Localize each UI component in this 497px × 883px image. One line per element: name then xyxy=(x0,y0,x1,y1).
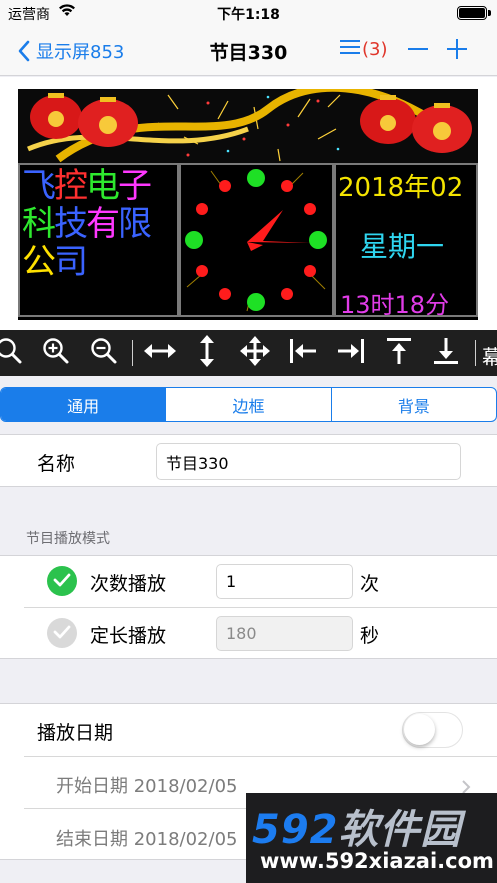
navigation-bar: 显示屏853 节目330 (3) xyxy=(0,26,497,76)
list-icon xyxy=(340,38,360,61)
name-input[interactable]: 节目330 xyxy=(156,443,461,480)
play-date-toggle[interactable] xyxy=(402,712,463,748)
end-date-value: 2018/02/05 xyxy=(133,829,238,850)
start-date-value: 2018/02/05 xyxy=(133,776,238,797)
watermark-url: www.592xiazai.com xyxy=(260,849,494,873)
start-date-row[interactable]: 开始日期 2018/02/05 xyxy=(56,772,237,798)
analog-clock-area[interactable] xyxy=(179,163,334,317)
start-date-label: 开始日期 xyxy=(56,776,128,797)
analog-clock-face xyxy=(185,169,327,312)
watermark-brand: 592软件园 xyxy=(252,797,462,855)
clock-label: 下午1:18 xyxy=(217,7,280,23)
align-right-button[interactable] xyxy=(334,330,368,376)
company-char: 子 xyxy=(118,166,152,206)
toggle-knob xyxy=(404,714,435,745)
company-char: 公 xyxy=(22,242,56,282)
minus-icon xyxy=(407,38,429,64)
checkmark-icon xyxy=(53,572,71,591)
company-name-text: 飞控电子科技有限公司 xyxy=(22,167,178,281)
align-left-button[interactable] xyxy=(286,330,320,376)
end-date-row[interactable]: 结束日期 2018/02/05 xyxy=(56,825,237,851)
align-top-button[interactable] xyxy=(382,330,416,376)
program-preview[interactable]: 飞控电子科技有限公司 2018年02 星期一 13时18分 xyxy=(18,89,478,320)
expand-vertical-icon xyxy=(195,335,219,371)
align-bottom-icon xyxy=(433,336,459,370)
play-mode-header: 节目播放模式 xyxy=(26,531,110,547)
preview-area: 飞控电子科技有限公司 2018年02 星期一 13时18分 xyxy=(0,77,497,330)
move-icon xyxy=(240,336,270,370)
move-button[interactable] xyxy=(238,330,272,376)
status-bar: 运营商 下午1:18 xyxy=(0,0,497,26)
company-char: 飞 xyxy=(22,166,56,206)
expand-horizontal-button[interactable] xyxy=(143,330,177,376)
date-text: 2018年02 xyxy=(338,173,464,203)
zoom-fit-icon xyxy=(0,337,23,369)
time-text: 13时18分 xyxy=(340,291,450,319)
play-count-input[interactable]: 1 xyxy=(216,564,353,599)
company-text-area[interactable]: 飞控电子科技有限公司 xyxy=(18,163,179,317)
toolbar-divider xyxy=(475,340,476,366)
align-left-icon xyxy=(288,338,318,368)
duration-play-label: 定长播放 xyxy=(90,625,167,647)
count-play-checkbox[interactable] xyxy=(47,566,77,596)
zoom-out-icon xyxy=(90,337,118,369)
duration-unit-label: 秒 xyxy=(360,625,380,647)
watermark-brand-text: 软件园 xyxy=(338,807,462,853)
weekday-text: 星期一 xyxy=(360,230,445,263)
duration-input[interactable]: 180 xyxy=(216,616,353,651)
company-char: 有 xyxy=(86,204,120,244)
tab-general[interactable]: 通用 xyxy=(1,388,167,421)
toolbar-divider xyxy=(132,340,133,366)
plus-icon xyxy=(446,38,468,64)
tab-background[interactable]: 背景 xyxy=(332,388,496,421)
duration-play-checkbox[interactable] xyxy=(47,618,77,648)
row-divider xyxy=(24,607,497,608)
company-char: 技 xyxy=(54,204,88,244)
watermark-logo: 592软件园 www.592xiazai.com xyxy=(246,793,497,883)
zoom-in-button[interactable] xyxy=(39,330,73,376)
company-char: 限 xyxy=(118,204,152,244)
add-button[interactable] xyxy=(445,36,469,66)
company-char: 电 xyxy=(86,166,120,206)
play-mode-group: 次数播放 1 次 定长播放 180 秒 xyxy=(0,555,497,659)
program-count-badge: (3) xyxy=(362,39,388,60)
count-unit-label: 次 xyxy=(360,573,380,595)
checkmark-icon xyxy=(53,624,71,643)
company-char: 科 xyxy=(22,204,56,244)
battery-icon xyxy=(457,6,491,20)
row-divider xyxy=(24,756,497,757)
zoom-out-button[interactable] xyxy=(87,330,121,376)
toolbar-overflow-item[interactable]: 幕 xyxy=(482,341,497,370)
count-play-label: 次数播放 xyxy=(90,573,167,595)
date-time-area[interactable]: 2018年02 星期一 13时18分 xyxy=(334,163,478,319)
company-char: 控 xyxy=(54,166,88,206)
name-row: 名称 节目330 xyxy=(0,434,497,487)
tab-border[interactable]: 边框 xyxy=(166,388,332,421)
company-char: 司 xyxy=(54,242,88,282)
settings-tabs: 通用 边框 背景 xyxy=(0,387,497,422)
play-date-label: 播放日期 xyxy=(37,722,114,744)
expand-vertical-button[interactable] xyxy=(190,330,224,376)
zoom-in-icon xyxy=(42,337,70,369)
program-list-button[interactable]: (3) xyxy=(340,38,388,61)
festive-banner-image xyxy=(18,89,478,163)
edit-toolbar: 幕 xyxy=(0,330,497,376)
align-bottom-button[interactable] xyxy=(429,330,463,376)
align-right-icon xyxy=(336,338,366,368)
end-date-label: 结束日期 xyxy=(56,829,128,850)
zoom-fit-button[interactable] xyxy=(0,330,26,376)
expand-horizontal-icon xyxy=(144,339,176,367)
remove-button[interactable] xyxy=(406,36,430,66)
watermark-digits: 592 xyxy=(252,807,339,853)
align-top-icon xyxy=(386,336,412,370)
name-label: 名称 xyxy=(37,453,76,475)
